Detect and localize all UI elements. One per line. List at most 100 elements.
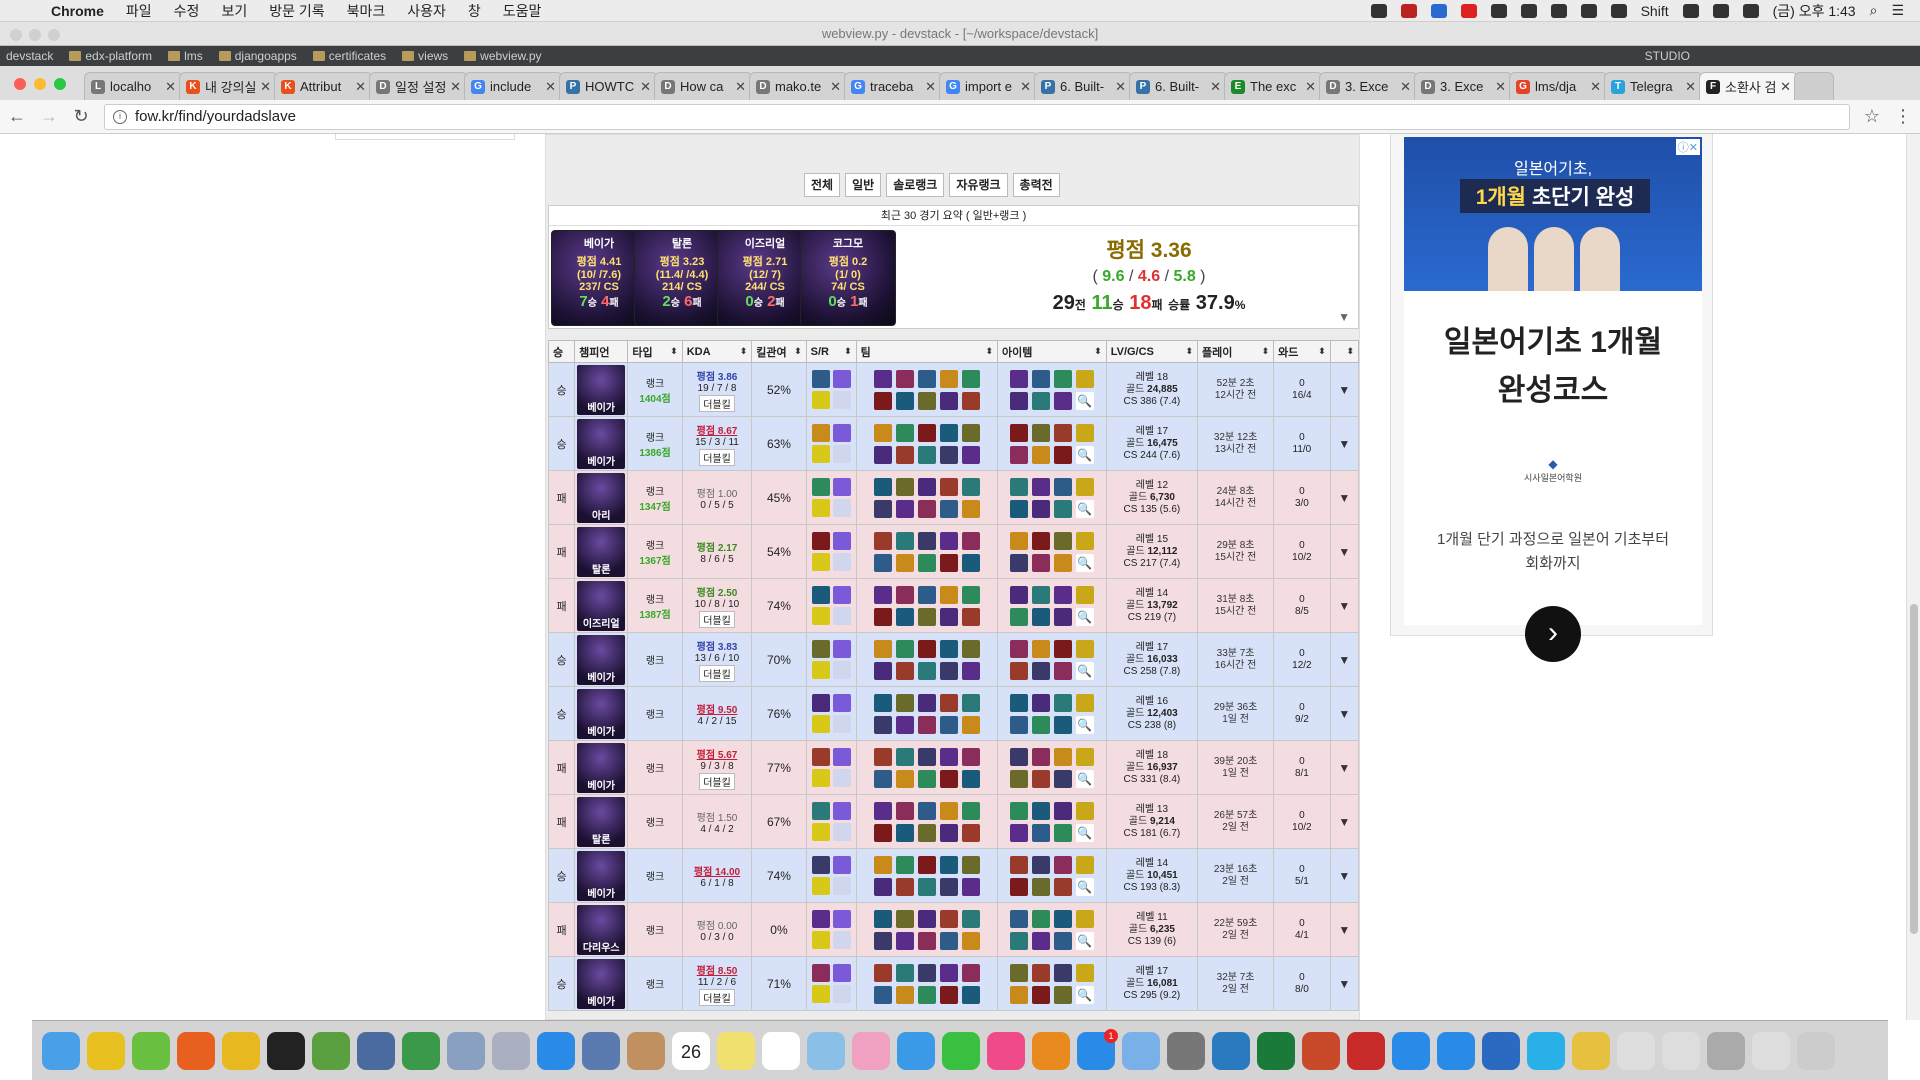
team-champion-icon[interactable] bbox=[895, 585, 914, 604]
team-champion-icon[interactable] bbox=[873, 855, 892, 874]
team-champion-icon[interactable] bbox=[895, 715, 914, 734]
team-champion-icon[interactable] bbox=[873, 747, 892, 766]
team-champion-icon[interactable] bbox=[917, 585, 936, 604]
status-icon-9[interactable] bbox=[1610, 3, 1627, 18]
team-champion-icon[interactable] bbox=[917, 855, 936, 874]
rocket-icon[interactable] bbox=[132, 1031, 170, 1070]
browser-tab[interactable]: Gimport e ✕ bbox=[939, 72, 1038, 100]
team-champion-icon[interactable] bbox=[917, 499, 936, 518]
team-champion-icon[interactable] bbox=[961, 607, 980, 626]
team-champion-icon[interactable] bbox=[939, 585, 958, 604]
expand-row-button[interactable]: ▼ bbox=[1329, 794, 1360, 849]
filter-solo-rank-button[interactable]: 솔로랭크 bbox=[886, 173, 945, 197]
browser-tab[interactable]: D How ca ✕ bbox=[654, 72, 753, 100]
team-champion-icon[interactable] bbox=[939, 607, 958, 626]
champion-portrait[interactable]: 베이가 bbox=[577, 958, 626, 1009]
team-champion-icon[interactable] bbox=[873, 531, 892, 550]
browser-tab[interactable]: D 일정 설정 ✕ bbox=[369, 72, 468, 100]
team-champion-icon[interactable] bbox=[895, 639, 914, 658]
match-row[interactable]: 패 다리우스 랭크 평점 0.00 0 / 3 / 0 0% 🔍 레벨 11 골드 … bbox=[547, 902, 1360, 957]
team-champion-icon[interactable] bbox=[917, 909, 936, 928]
magnifier-icon[interactable]: 🔍 bbox=[1075, 715, 1094, 734]
contacts-icon[interactable] bbox=[627, 1031, 665, 1070]
expand-row-button[interactable]: ▼ bbox=[1329, 524, 1360, 579]
team-champion-icon[interactable] bbox=[873, 477, 892, 496]
tab-close-icon[interactable]: ✕ bbox=[830, 79, 841, 95]
team-champion-icon[interactable] bbox=[895, 423, 914, 442]
team-champion-icon[interactable] bbox=[917, 715, 936, 734]
browser-tab[interactable]: F 소환사 검 ✕ bbox=[1699, 72, 1798, 100]
team-champion-icon[interactable] bbox=[895, 531, 914, 550]
notes-icon[interactable] bbox=[717, 1031, 755, 1070]
team-champion-icon[interactable] bbox=[873, 715, 892, 734]
team-champion-icon[interactable] bbox=[895, 877, 914, 896]
team-champion-icon[interactable] bbox=[961, 445, 980, 464]
edge-icon[interactable] bbox=[1482, 1031, 1520, 1070]
team-champion-icon[interactable] bbox=[939, 931, 958, 950]
champion-portrait[interactable]: 베이가 bbox=[577, 688, 626, 739]
team-champion-icon[interactable] bbox=[873, 823, 892, 842]
ide-crumb[interactable]: devstack bbox=[6, 49, 53, 63]
team-champion-icon[interactable] bbox=[917, 553, 936, 572]
team-champion-icon[interactable] bbox=[895, 391, 914, 410]
browser-tab[interactable]: P 6. Built- ✕ bbox=[1129, 72, 1228, 100]
team-champion-icon[interactable] bbox=[895, 963, 914, 982]
tab-close-icon[interactable]: ✕ bbox=[735, 79, 746, 95]
champion-portrait[interactable]: 베이가 bbox=[577, 850, 626, 901]
safari-icon[interactable] bbox=[537, 1031, 575, 1070]
folder-icon[interactable] bbox=[1572, 1031, 1610, 1070]
calendar-icon[interactable]: 26 bbox=[672, 1031, 710, 1070]
preview-icon[interactable] bbox=[807, 1031, 845, 1070]
tab-close-icon[interactable]: ✕ bbox=[1400, 79, 1411, 95]
tab-close-icon[interactable]: ✕ bbox=[165, 79, 176, 95]
teamviewer-icon[interactable] bbox=[1437, 1031, 1475, 1070]
team-champion-icon[interactable] bbox=[961, 693, 980, 712]
team-champion-icon[interactable] bbox=[961, 369, 980, 388]
menu-app-name[interactable]: Chrome bbox=[40, 3, 115, 19]
appstore-icon[interactable]: 1 bbox=[1077, 1028, 1118, 1070]
menu-people[interactable]: 사용자 bbox=[396, 1, 457, 21]
team-champion-icon[interactable] bbox=[895, 985, 914, 1004]
header-team[interactable]: 팀 ⬍ bbox=[855, 340, 998, 363]
team-champion-icon[interactable] bbox=[961, 985, 980, 1004]
header-kill-participation[interactable]: 킬관여 ⬍ bbox=[751, 340, 807, 363]
header-result[interactable]: 승 bbox=[547, 340, 576, 363]
tab-close-icon[interactable]: ✕ bbox=[1115, 79, 1126, 95]
team-champion-icon[interactable] bbox=[917, 963, 936, 982]
champion-portrait[interactable]: 다리우스 bbox=[577, 904, 626, 955]
match-row[interactable]: 패 베이가 랭크 평점 5.67 9 / 3 / 8 더블킬 77% 🔍 레벨 18… bbox=[547, 740, 1360, 795]
tab-close-icon[interactable]: ✕ bbox=[545, 79, 556, 95]
summary-expand-icon[interactable]: ▼ bbox=[1338, 310, 1350, 324]
new-tab-button[interactable] bbox=[1794, 72, 1834, 100]
magnifier-icon[interactable]: 🔍 bbox=[1075, 769, 1094, 788]
ide-crumb[interactable]: certificates bbox=[312, 49, 386, 63]
champion-summary-card[interactable]: 탈론 평점 3.23 (11.4/ /4.4) 214/ CS 2승 6패 bbox=[634, 230, 730, 326]
team-champion-icon[interactable] bbox=[873, 985, 892, 1004]
magnifier-icon[interactable]: 🔍 bbox=[1075, 445, 1094, 464]
close-window-icon[interactable] bbox=[14, 78, 26, 90]
team-champion-icon[interactable] bbox=[939, 769, 958, 788]
header-play[interactable]: 플레이 ⬍ bbox=[1197, 340, 1275, 363]
match-row[interactable]: 패 아리 랭크 1347점 평점 1.00 0 / 5 / 5 45% 🔍 레벨 1… bbox=[547, 470, 1360, 525]
ide-crumb[interactable]: views bbox=[402, 49, 448, 63]
magnifier-icon[interactable]: 🔍 bbox=[1075, 877, 1094, 896]
settings-icon[interactable] bbox=[1167, 1031, 1205, 1070]
team-champion-icon[interactable] bbox=[939, 445, 958, 464]
address-bar[interactable]: i fow.kr/find/yourdadslave bbox=[104, 103, 1850, 130]
menu-edit[interactable]: 수정 bbox=[163, 1, 211, 21]
champion-portrait[interactable]: 베이가 bbox=[577, 742, 626, 793]
team-champion-icon[interactable] bbox=[939, 747, 958, 766]
magnifier-icon[interactable]: 🔍 bbox=[1075, 391, 1094, 410]
match-row[interactable]: 패 탈론 랭크 1367점 평점 2.17 8 / 6 / 5 54% 🔍 레벨 1… bbox=[547, 524, 1360, 579]
anaconda-icon[interactable] bbox=[402, 1031, 440, 1070]
team-champion-icon[interactable] bbox=[873, 963, 892, 982]
team-champion-icon[interactable] bbox=[917, 801, 936, 820]
champion-summary-card[interactable]: 코그모 평점 0.2 (1/ 0) 74/ CS 0승 1패 bbox=[800, 230, 896, 326]
team-champion-icon[interactable] bbox=[873, 499, 892, 518]
team-champion-icon[interactable] bbox=[895, 769, 914, 788]
team-champion-icon[interactable] bbox=[873, 931, 892, 950]
team-champion-icon[interactable] bbox=[917, 823, 936, 842]
tab-close-icon[interactable]: ✕ bbox=[1590, 79, 1601, 95]
desktop-icon[interactable] bbox=[1707, 1031, 1745, 1070]
menubar-clock[interactable]: (금) 오후 1:43 bbox=[1773, 1, 1856, 21]
